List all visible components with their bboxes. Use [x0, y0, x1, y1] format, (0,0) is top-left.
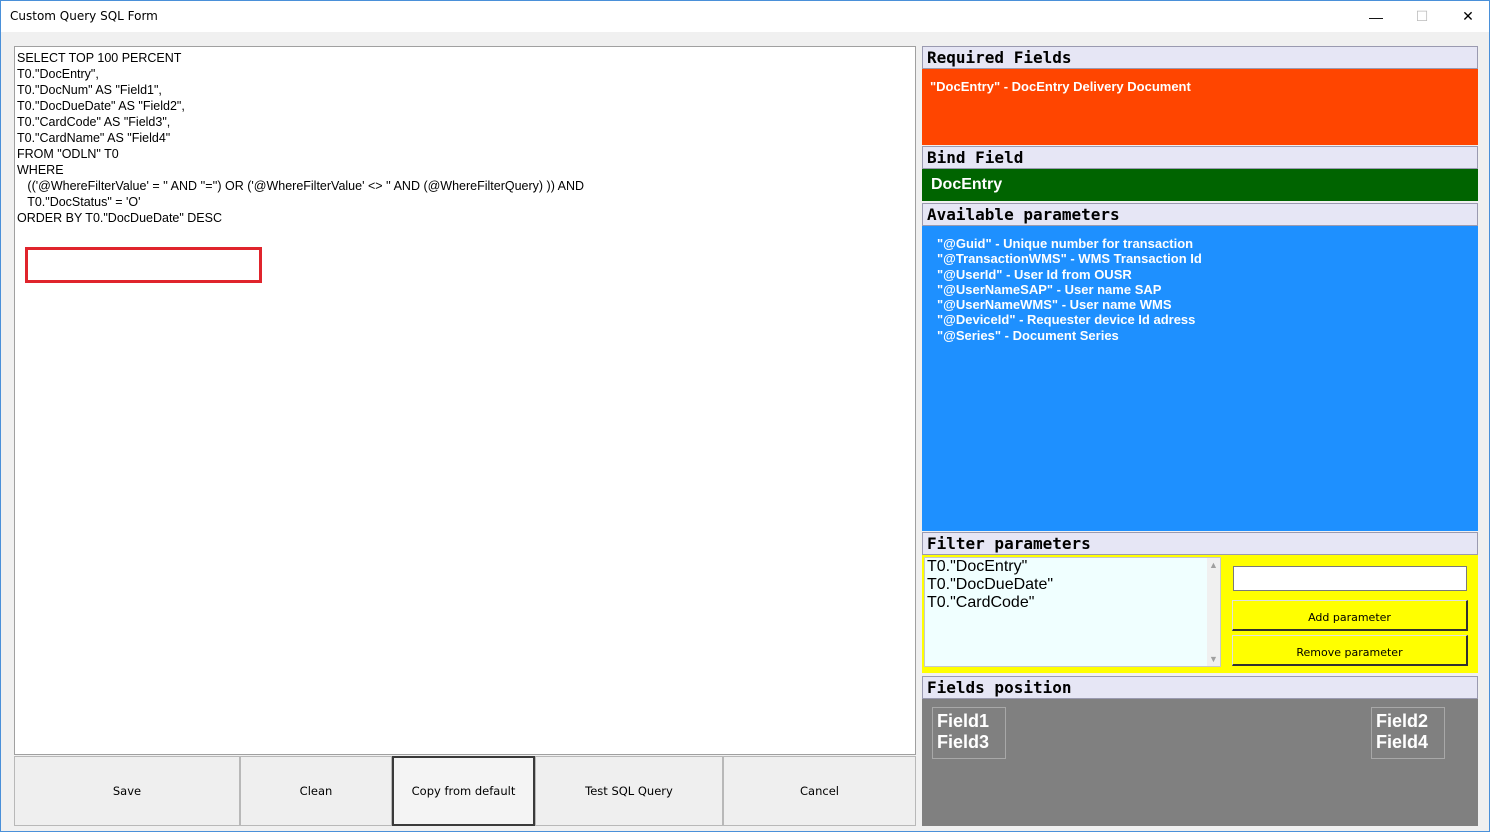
bind-field-header: Bind Field	[922, 146, 1478, 169]
field-label: Field3	[937, 732, 990, 752]
save-button[interactable]: Save	[14, 756, 240, 826]
window-title: Custom Query SQL Form	[10, 9, 158, 23]
parameter-input[interactable]	[1233, 566, 1467, 591]
list-item[interactable]: T0."CardCode"	[925, 594, 1220, 612]
filter-parameters-list[interactable]: T0."DocEntry" T0."DocDueDate" T0."CardCo…	[924, 557, 1221, 667]
available-parameters-list: "@Guid" - Unique number for transaction …	[937, 236, 1202, 343]
copy-from-default-button[interactable]: Copy from default	[392, 756, 535, 826]
parameter-item: "@UserNameSAP" - User name SAP	[937, 281, 1162, 297]
field-label: Field4	[1376, 732, 1429, 752]
field-label: Field1	[937, 711, 990, 731]
list-item[interactable]: T0."DocDueDate"	[925, 576, 1220, 594]
add-parameter-button[interactable]: Add parameter	[1232, 600, 1468, 631]
available-parameters-header: Available parameters	[922, 203, 1478, 226]
required-field-text: "DocEntry" - DocEntry Delivery Document	[930, 79, 1191, 94]
fields-position-header: Fields position	[922, 676, 1478, 699]
parameter-item: "@UserNameWMS" - User name WMS	[937, 297, 1172, 313]
close-icon[interactable]: ✕	[1445, 1, 1490, 32]
sql-text[interactable]: SELECT TOP 100 PERCENT T0."DocEntry", T0…	[17, 50, 584, 226]
clean-button[interactable]: Clean	[240, 756, 392, 826]
filter-parameters-header: Filter parameters	[922, 532, 1478, 555]
field-label: Field2	[1376, 711, 1429, 731]
fields-position-panel: Field1 Field3 Field2 Field4	[922, 699, 1478, 826]
remove-parameter-button[interactable]: Remove parameter	[1232, 635, 1468, 666]
parameter-item: "@UserId" - User Id from OUSR	[937, 266, 1132, 282]
available-parameters-panel: "@Guid" - Unique number for transaction …	[922, 226, 1478, 531]
bind-field-panel: DocEntry	[922, 169, 1478, 201]
chevron-down-icon[interactable]: ▼	[1209, 654, 1218, 664]
maximize-icon[interactable]: ☐	[1399, 1, 1445, 32]
required-fields-panel: "DocEntry" - DocEntry Delivery Document	[922, 69, 1478, 145]
required-fields-header: Required Fields	[922, 46, 1478, 69]
bind-field-value: DocEntry	[931, 176, 1003, 193]
test-sql-query-button[interactable]: Test SQL Query	[535, 756, 723, 826]
custom-query-window: Custom Query SQL Form — ☐ ✕ SELECT TOP 1…	[0, 0, 1490, 832]
minimize-icon[interactable]: —	[1353, 1, 1399, 32]
list-item[interactable]: T0."DocEntry"	[925, 558, 1220, 576]
field-position-box-left[interactable]: Field1 Field3	[932, 707, 1006, 759]
parameter-item: "@Guid" - Unique number for transaction	[937, 236, 1194, 251]
filter-list-scrollbar[interactable]: ▲ ▼	[1207, 558, 1220, 666]
cancel-button[interactable]: Cancel	[723, 756, 916, 826]
parameter-item: "@DeviceId" - Requester device Id adress	[937, 312, 1196, 328]
parameter-item: "@TransactionWMS" - WMS Transaction Id	[937, 251, 1202, 267]
chevron-up-icon[interactable]: ▲	[1209, 560, 1218, 570]
title-bar[interactable]: Custom Query SQL Form — ☐ ✕	[1, 1, 1489, 32]
field-position-box-right[interactable]: Field2 Field4	[1371, 707, 1445, 759]
filter-parameters-panel: T0."DocEntry" T0."DocDueDate" T0."CardCo…	[922, 555, 1478, 673]
sql-editor[interactable]: SELECT TOP 100 PERCENT T0."DocEntry", T0…	[14, 46, 916, 755]
order-by-highlight	[25, 247, 262, 283]
parameter-item: "@Series" - Document Series	[937, 327, 1119, 343]
